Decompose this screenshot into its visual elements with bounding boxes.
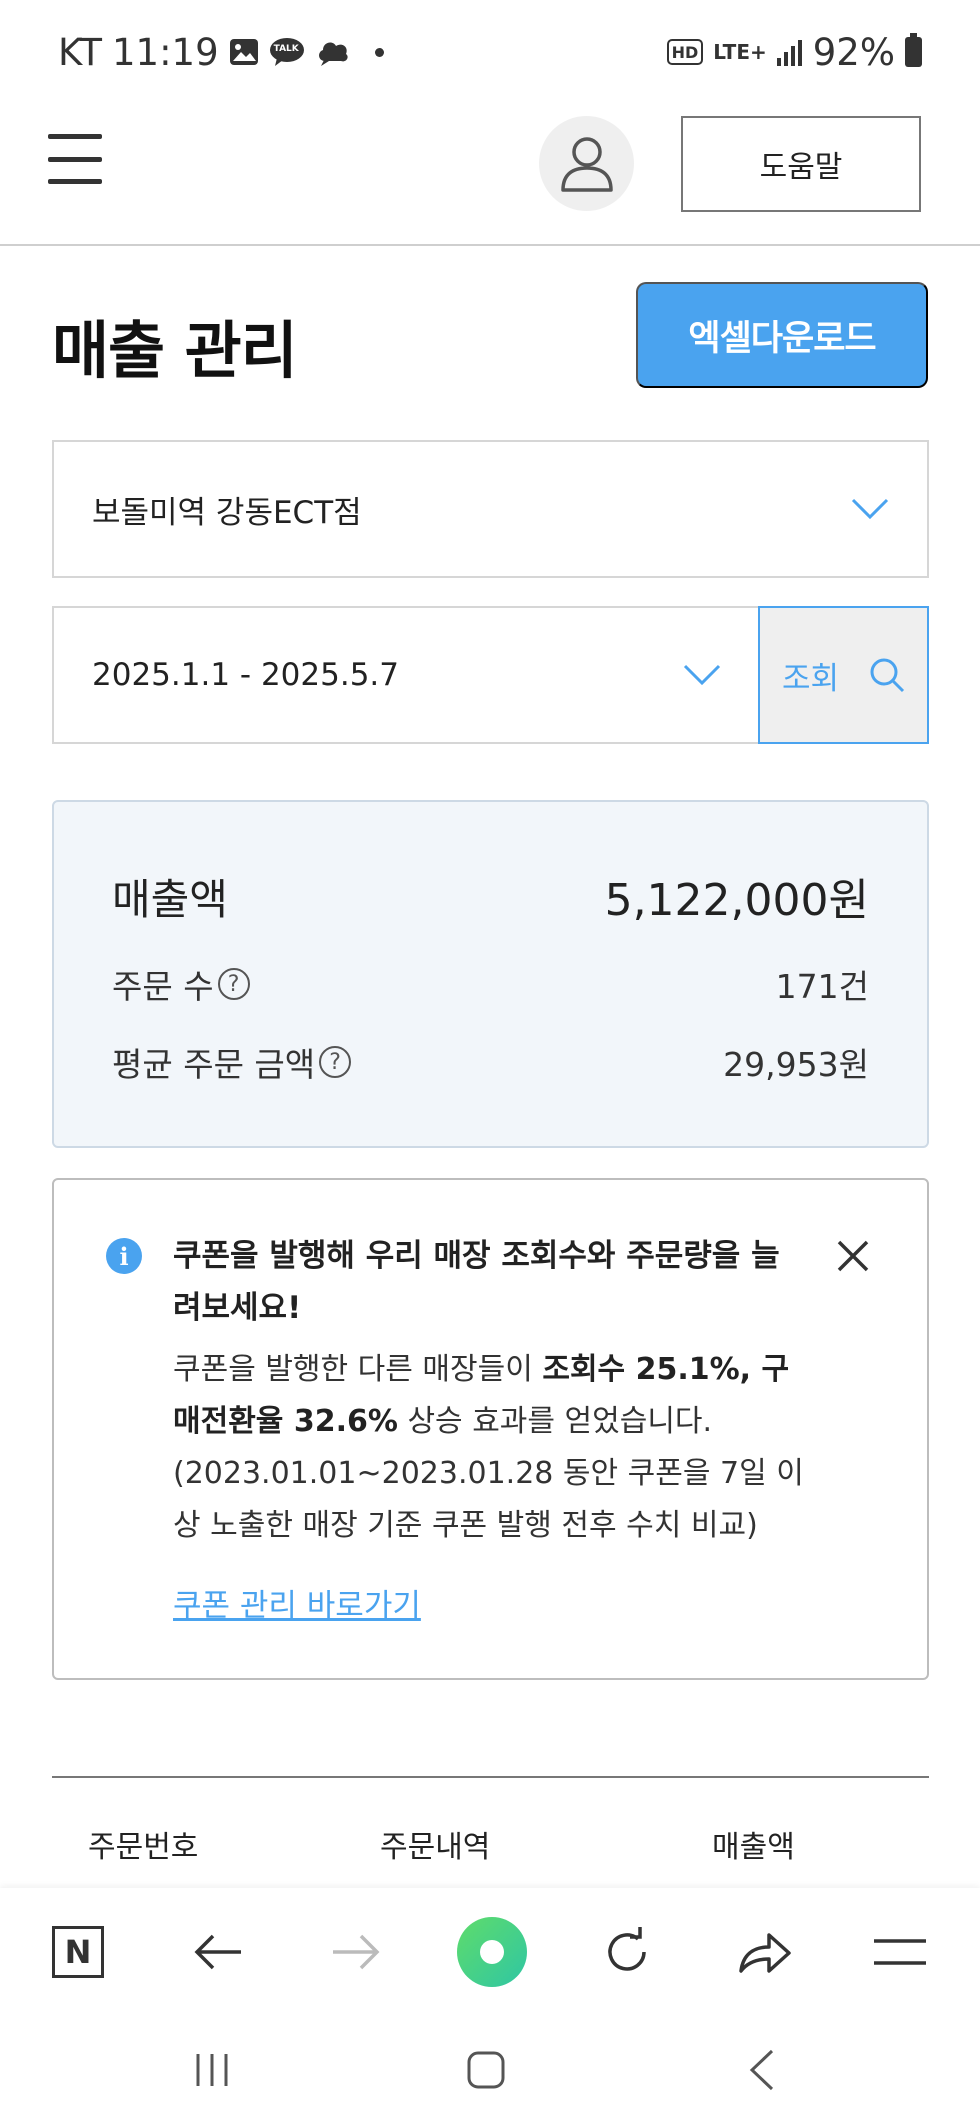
status-left: KT 11:19 TALK [58,31,384,74]
avg-order-label: 평균 주문 금액 [112,1045,316,1084]
sales-summary-card: 매출액 5,122,000원 주문 수 ? 171건 평균 주문 금액 ? 29… [52,800,929,1148]
avg-order-row: 평균 주문 금액 ? 29,953원 [112,1038,869,1086]
browser-menu-button[interactable] [860,1912,940,1992]
recent-apps-icon [196,2054,228,2086]
help-button[interactable]: 도움말 [681,116,921,212]
notification-dot [374,47,384,57]
orders-row: 주문 수 ? 171건 [112,960,869,1008]
title-row: 매출 관리 엑셀다운로드 [52,282,928,390]
app-header: 도움말 [0,104,980,246]
battery-icon [905,33,922,67]
user-icon [560,136,613,192]
orders-value: 171건 [775,967,869,1006]
carrier-text: KT [58,30,102,74]
orders-label-wrap: 주문 수 ? [112,960,250,1008]
arrow-right-icon [333,1934,380,1970]
system-nav-bar [0,2016,980,2123]
gallery-icon [229,38,259,66]
hd-voice-icon: HD [666,39,704,65]
clock-text: 11:19 [112,30,219,74]
network-type-text: LTE+ [713,40,767,64]
coupon-manage-link[interactable]: 쿠폰 관리 바로가기 [173,1580,421,1625]
recent-apps-button[interactable] [182,2046,242,2094]
arrow-left-icon [194,1934,241,1970]
notice-body-pre: 쿠폰을 발행한 다른 매장들이 [173,1352,543,1387]
orders-help-icon[interactable]: ? [217,968,250,1000]
cloud-message-icon [315,37,351,67]
page-title: 매출 관리 [52,314,298,387]
chevron-down-icon [851,498,889,520]
excel-download-button[interactable]: 엑셀다운로드 [636,282,928,388]
coupon-notice: i 쿠폰을 발행해 우리 매장 조회수와 주문량을 늘려보세요! 쿠폰을 발행한… [52,1178,929,1680]
back-button[interactable] [178,1912,258,1992]
sales-row: 매출액 5,122,000원 [112,864,869,928]
date-range-value: 2025.1.1 - 2025.5.7 [92,657,399,693]
notice-title: 쿠폰을 발행해 우리 매장 조회수와 주문량을 늘려보세요! [173,1238,780,1326]
green-dot-button[interactable] [452,1912,532,1992]
hd-badge-text: HD [671,42,699,62]
status-right: HD LTE+ 92% [666,30,922,74]
info-icon: i [106,1238,142,1274]
store-select-value: 보돌미역 강동ECT점 [92,494,362,531]
search-button-label: 조회 [781,660,840,696]
close-icon[interactable] [835,1238,871,1274]
date-filter-row: 2025.1.1 - 2025.5.7 조회 [52,606,929,744]
chevron-down-icon [683,664,721,686]
sales-value: 5,122,000원 [604,875,869,926]
menu-lines-icon [874,1939,926,1965]
battery-percent-text: 92% [812,30,895,74]
signal-icon [776,38,803,66]
search-button[interactable]: 조회 [758,606,929,744]
home-square-icon [467,2051,505,2089]
chevron-left-icon [749,2049,774,2091]
sales-label: 매출액 [112,874,228,924]
refresh-button[interactable] [587,1912,667,1992]
refresh-icon [608,1927,646,1971]
status-bar: KT 11:19 TALK HD LTE+ 92% [0,0,980,104]
browser-toolbar: N [0,1888,980,2016]
talk-badge-text: TALK [273,44,299,54]
user-avatar[interactable] [539,116,634,211]
column-sales-amount: 매출액 [712,1830,795,1865]
notice-body: 쿠폰을 발행한 다른 매장들이 조회수 25.1%, 구매전환율 32.6% 상… [173,1344,813,1552]
menu-icon[interactable] [48,134,102,184]
forward-button[interactable] [316,1912,396,1992]
share-arrow-icon [739,1933,791,1973]
orders-label: 주문 수 [112,967,214,1006]
avg-help-icon[interactable]: ? [319,1046,352,1078]
store-select[interactable]: 보돌미역 강동ECT점 [52,440,929,578]
sales-table-header: 주문번호 주문내역 매출액 [52,1776,929,1886]
home-button[interactable] [456,2046,516,2094]
search-icon [870,658,905,693]
naver-n-icon: N [52,1926,104,1978]
green-dot-icon [457,1917,527,1987]
avg-order-value: 29,953원 [723,1045,869,1084]
column-order-number: 주문번호 [88,1830,199,1865]
system-back-button[interactable] [732,2046,792,2094]
avg-label-wrap: 평균 주문 금액 ? [112,1038,352,1086]
naver-home-button[interactable]: N [38,1912,118,1992]
share-button[interactable] [724,1912,804,1992]
date-range-select[interactable]: 2025.1.1 - 2025.5.7 [52,606,759,744]
kakaotalk-icon: TALK [269,37,305,67]
column-order-details: 주문내역 [380,1830,491,1865]
